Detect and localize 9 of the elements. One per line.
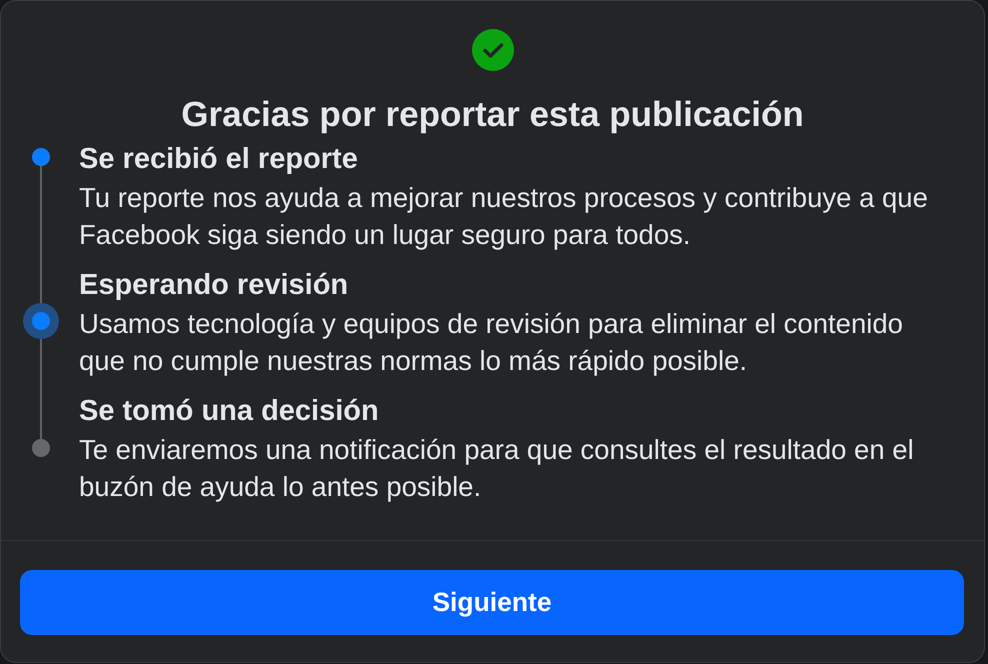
step-description: Usamos tecnología y equipos de revisión para eliminar el contenido que no cumple nuestras normas lo más rápido posible. (79, 307, 904, 378)
step-description: Tu reporte nos ayuda a mejorar nuestros procesos y contribuye a que Facebook siga siendo un lugar seguro para todos. (79, 181, 929, 252)
step-title: Se recibió el reporte (79, 142, 359, 177)
step-title: Esperando revisión (79, 268, 350, 303)
step-description: Te enviaremos una notificación para que consultes el resultado en el buzón de ayuda lo antes posible. (79, 433, 915, 504)
check-circle-icon (472, 29, 514, 71)
step-title: Se tomó una decisión (79, 394, 380, 429)
next-button[interactable]: Siguiente (20, 570, 964, 635)
dialog-title: Gracias por reportar esta publicación (180, 97, 805, 133)
